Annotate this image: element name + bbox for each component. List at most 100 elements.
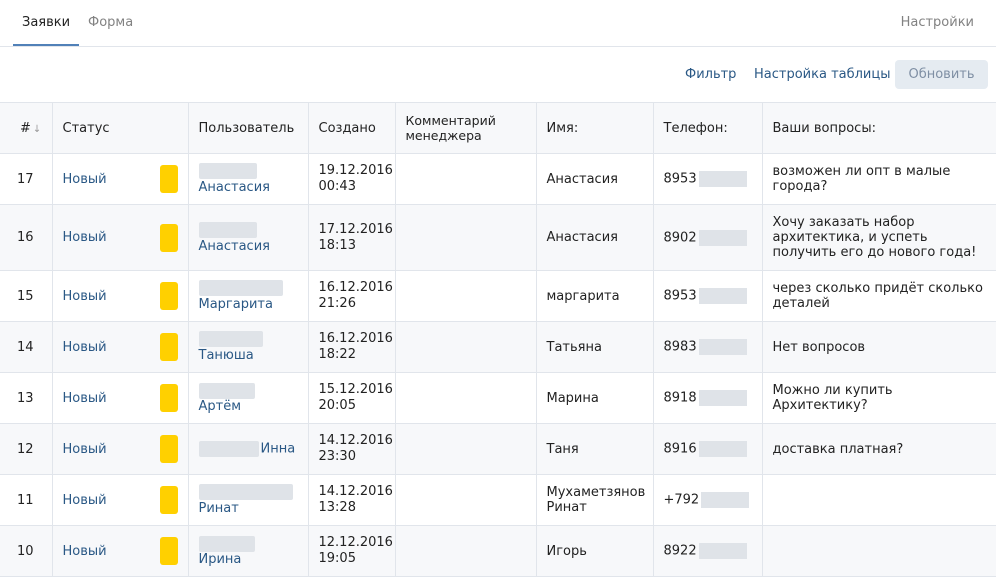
redacted-surname	[198, 163, 257, 179]
user-link[interactable]: Артём	[199, 399, 242, 414]
status-color-marker[interactable]	[159, 486, 178, 514]
tab-requests[interactable]: Заявки	[12, 15, 80, 46]
table-row[interactable]: 15 Новый Маргарита 16.12.2016 21:26 маргарита…	[0, 270, 996, 322]
column-header-num[interactable]: # ↓	[0, 102, 53, 154]
comment-cell[interactable]	[395, 372, 537, 424]
comment-cell[interactable]	[395, 321, 537, 373]
redacted-avatar-name	[198, 441, 259, 457]
table-settings-link[interactable]: Настройка таблицы	[754, 67, 891, 82]
user-link[interactable]: Ринат	[199, 501, 239, 516]
phone-cell: 8918	[653, 372, 763, 424]
status-cell: Новый	[52, 204, 189, 271]
row-number: 16	[0, 204, 53, 271]
comment-cell[interactable]	[395, 525, 537, 577]
table-row[interactable]: 13 Новый Артём 15.12.2016 20:05 Марина 8918 Мож…	[0, 372, 996, 424]
created-time: 18:22	[318, 347, 356, 362]
question-cell: Нет вопросов	[762, 321, 996, 373]
status-link[interactable]: Новый	[63, 340, 107, 355]
phone-prefix: 8983	[663, 339, 697, 355]
name-cell: маргарита	[536, 270, 654, 322]
requests-table: # ↓ Статус Пользователь Создано Комментар…	[0, 102, 996, 577]
status-color-marker[interactable]	[159, 537, 178, 565]
question-cell: возможен ли опт в малые города?	[762, 153, 996, 205]
comment-cell[interactable]	[395, 423, 537, 475]
comment-cell[interactable]	[395, 204, 537, 271]
user-link[interactable]: Анастасия	[199, 239, 270, 254]
phone-prefix: 8922	[663, 543, 697, 559]
phone-cell: 8983	[653, 321, 763, 373]
table-row[interactable]: 17 Новый Анастасия 19.12.2016 00:43 Анастасия…	[0, 153, 996, 205]
created-date: 14.12.2016	[318, 433, 393, 448]
phone-cell: 8953	[653, 153, 763, 205]
redacted-phone	[698, 288, 747, 304]
redacted-phone	[701, 492, 750, 508]
created-cell: 14.12.2016 23:30	[308, 423, 396, 475]
phone-prefix: +792	[663, 492, 700, 508]
table-row[interactable]: 16 Новый Анастасия 17.12.2016 18:13 Анастасия…	[0, 204, 996, 271]
column-header-phone[interactable]: Телефон:	[653, 102, 763, 154]
row-number: 13	[0, 372, 53, 424]
user-link[interactable]: Маргарита	[199, 297, 273, 312]
table-row[interactable]: 12 Новый Инна 14.12.2016 23:30 Таня 8916 достав…	[0, 423, 996, 475]
question-cell: Хочу заказать набор архитектика, и успет…	[762, 204, 996, 271]
created-time: 00:43	[318, 179, 356, 194]
user-link[interactable]: Инна	[261, 442, 296, 457]
status-color-marker[interactable]	[159, 435, 178, 463]
user-cell: Танюша	[188, 321, 309, 373]
column-header-created[interactable]: Создано	[308, 102, 396, 154]
name-cell: Марина	[536, 372, 654, 424]
user-cell: Ирина	[188, 525, 309, 577]
status-link[interactable]: Новый	[63, 172, 107, 187]
table-row[interactable]: 10 Новый Ирина 12.12.2016 19:05 Игорь 8922	[0, 525, 996, 577]
column-header-questions[interactable]: Ваши вопросы:	[762, 102, 996, 154]
sort-arrow-icon: ↓	[32, 123, 42, 135]
column-header-status[interactable]: Статус	[52, 102, 189, 154]
table-row[interactable]: 11 Новый Ринат 14.12.2016 13:28 Мухаметзянов …	[0, 474, 996, 526]
comment-cell[interactable]	[395, 270, 537, 322]
name-cell: Анастасия	[536, 204, 654, 271]
phone-cell: 8953	[653, 270, 763, 322]
redacted-surname	[198, 331, 263, 347]
status-link[interactable]: Новый	[63, 442, 107, 457]
phone-prefix: 8916	[663, 441, 697, 457]
user-cell: Анастасия	[188, 204, 309, 271]
settings-link[interactable]: Настройки	[901, 15, 974, 30]
status-color-marker[interactable]	[159, 384, 178, 412]
status-color-marker[interactable]	[159, 282, 178, 310]
created-time: 18:13	[318, 237, 356, 253]
status-color-marker[interactable]	[159, 165, 178, 193]
user-link[interactable]: Анастасия	[199, 180, 270, 195]
phone-prefix: 8953	[663, 288, 697, 304]
phone-prefix: 8902	[663, 230, 697, 245]
status-color-marker[interactable]	[159, 333, 178, 361]
status-link[interactable]: Новый	[63, 391, 107, 406]
created-cell: 16.12.2016 21:26	[308, 270, 396, 322]
redacted-phone	[698, 339, 747, 355]
question-cell: через сколько придёт сколько деталей	[762, 270, 996, 322]
table-row[interactable]: 14 Новый Танюша 16.12.2016 18:22 Татьяна 8983 Н…	[0, 321, 996, 373]
status-cell: Новый	[52, 423, 189, 475]
tab-form[interactable]: Форма	[88, 15, 133, 30]
name-cell: Таня	[536, 423, 654, 475]
user-link[interactable]: Танюша	[199, 348, 254, 363]
status-link[interactable]: Новый	[63, 544, 107, 559]
row-number: 17	[0, 153, 53, 205]
question-cell: доставка платная?	[762, 423, 996, 475]
column-header-comment[interactable]: Комментарий менеджера	[395, 102, 537, 154]
status-link[interactable]: Новый	[63, 289, 107, 304]
filter-link[interactable]: Фильтр	[685, 67, 736, 82]
comment-cell[interactable]	[395, 474, 537, 526]
row-number: 11	[0, 474, 53, 526]
question-cell	[762, 525, 996, 577]
column-header-name[interactable]: Имя:	[536, 102, 654, 154]
refresh-button[interactable]: Обновить	[895, 60, 988, 89]
user-link[interactable]: Ирина	[199, 552, 242, 567]
name-cell: Анастасия	[536, 153, 654, 205]
status-link[interactable]: Новый	[63, 230, 107, 245]
user-cell: Ринат	[188, 474, 309, 526]
status-color-marker[interactable]	[159, 223, 178, 252]
created-date: 19.12.2016	[318, 163, 393, 178]
column-header-user[interactable]: Пользователь	[188, 102, 309, 154]
status-link[interactable]: Новый	[63, 493, 107, 508]
comment-cell[interactable]	[395, 153, 537, 205]
